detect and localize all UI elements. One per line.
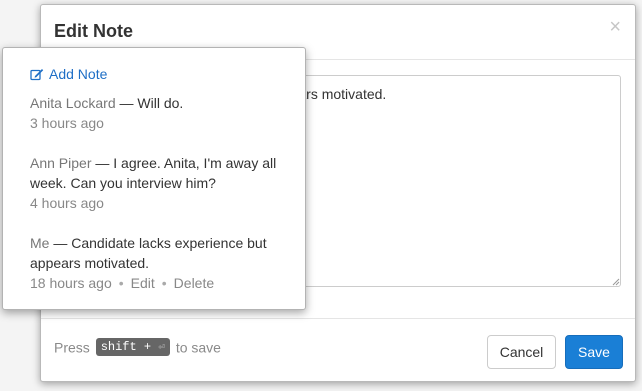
resize-grip-icon[interactable] [612, 278, 620, 286]
edit-icon [30, 68, 44, 80]
save-hint: Press shift + ⏎ to save [54, 338, 221, 357]
note-separator: — [49, 235, 72, 251]
note-time: 4 hours ago [30, 195, 104, 211]
hint-prefix: Press [54, 339, 90, 356]
keyboard-shortcut: shift + ⏎ [95, 338, 170, 357]
cancel-button[interactable]: Cancel [487, 335, 556, 369]
note-entry: Me — Candidate lacks experience but appe… [30, 233, 295, 293]
add-note-label: Add Note [49, 66, 108, 82]
hint-suffix: to save [175, 339, 221, 356]
note-time: 3 hours ago [30, 115, 104, 131]
modal-footer: Press shift + ⏎ to save Cancel Save [41, 318, 635, 381]
separator-dot: • [118, 275, 124, 291]
note-meta: 18 hours ago • Edit • Delete [30, 273, 295, 293]
note-author: Me [30, 235, 50, 251]
notes-popover: Add Note Anita Lockard — Will do. 3 hour… [2, 47, 306, 310]
add-note-link[interactable]: Add Note [30, 66, 107, 82]
separator-dot: • [161, 275, 167, 291]
note-separator: — [91, 155, 114, 171]
enter-key-icon: ⏎ [158, 342, 165, 355]
note-entry: Anita Lockard — Will do. 3 hours ago [30, 93, 295, 133]
edit-note-link[interactable]: Edit [131, 275, 155, 291]
note-author: Anita Lockard [30, 95, 116, 111]
shortcut-keys: shift + [100, 340, 152, 355]
note-separator: — [115, 95, 138, 111]
note-time: 18 hours ago [30, 275, 112, 291]
delete-note-link[interactable]: Delete [174, 275, 214, 291]
note-entry: Ann Piper — I agree. Anita, I'm away all… [30, 153, 295, 213]
note-author: Ann Piper [30, 155, 92, 171]
note-text: Will do. [137, 95, 184, 111]
modal-title: Edit Note [54, 21, 133, 41]
save-button[interactable]: Save [565, 335, 623, 369]
close-icon[interactable]: × [609, 17, 621, 37]
